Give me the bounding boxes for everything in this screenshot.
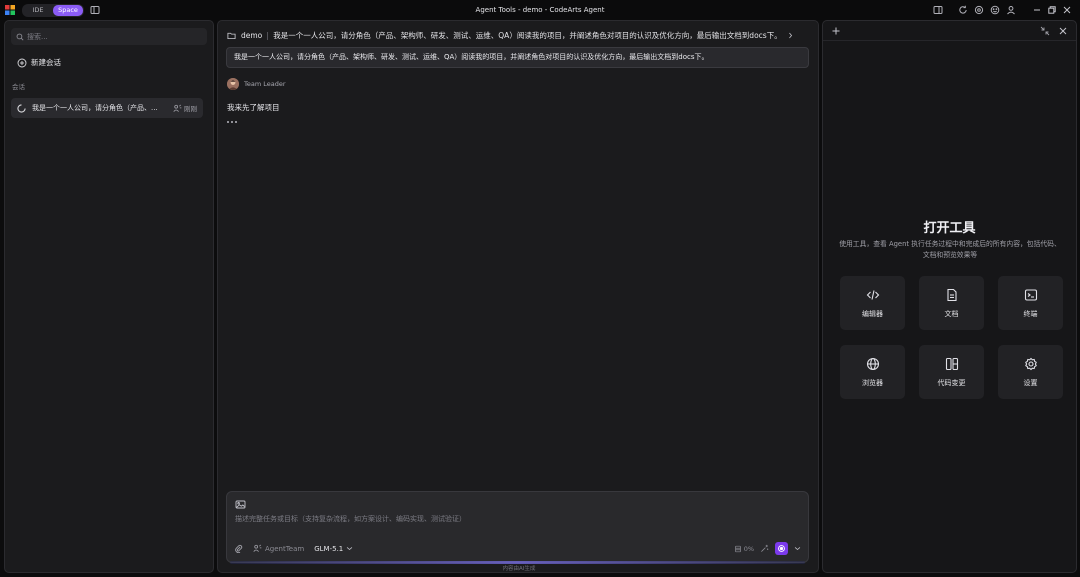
globe-icon [866, 357, 879, 370]
chevron-right-icon[interactable] [787, 32, 794, 39]
mode-tab-space[interactable]: Space [53, 5, 83, 16]
sidebar-toggle-icon[interactable] [90, 5, 100, 15]
ai-disclaimer: 内容由AI生成 [502, 566, 536, 572]
folder-icon [227, 32, 236, 40]
refresh-icon[interactable] [958, 5, 968, 15]
attach-icon[interactable] [234, 544, 243, 553]
model-selector[interactable]: GLM-5.1 [314, 545, 353, 553]
app-logo-icon [5, 5, 15, 15]
new-chat-button[interactable]: 新建会话 [17, 57, 61, 68]
user-message: 我是一个一人公司，请分角色（产品、架构师、研发、测试、运维、QA）阅读我的项目，… [226, 47, 809, 68]
chevron-down-icon [347, 547, 353, 551]
search-input[interactable] [27, 32, 197, 41]
tool-terminal[interactable]: 终端 [998, 276, 1063, 330]
breadcrumb-folder[interactable]: demo [241, 31, 262, 40]
message-input[interactable] [235, 514, 795, 528]
close-window-icon[interactable] [1062, 5, 1072, 15]
document-icon [946, 288, 957, 301]
image-upload-icon[interactable] [235, 499, 246, 510]
layout-icon[interactable] [933, 5, 943, 15]
tool-label: 编辑器 [862, 309, 883, 318]
terminal-icon [1024, 288, 1037, 301]
agent-name: Team Leader [244, 80, 286, 88]
agent-team-icon [173, 104, 182, 112]
composer-toolbar: AgentTeam GLM-5.1 0% [234, 542, 801, 555]
gear-icon [1024, 357, 1037, 370]
breadcrumb-title[interactable]: 我是一个一人公司，请分角色（产品、架构师、研发、测试、运维、QA）阅读我的项目，… [273, 30, 781, 41]
mode-switch: IDE Space [22, 4, 84, 17]
agent-team-label: AgentTeam [265, 544, 305, 553]
diff-icon [945, 357, 958, 370]
tool-document[interactable]: 文档 [919, 276, 984, 330]
tools-panel-header [823, 21, 1076, 41]
search-icon [16, 33, 24, 41]
tool-label: 设置 [1023, 378, 1038, 387]
code-icon [866, 289, 879, 300]
model-label: GLM-5.1 [314, 544, 344, 553]
agent-team-icon [253, 544, 262, 552]
agent-message: 我来先了解项目 [227, 103, 280, 112]
tool-label: 终端 [1023, 309, 1038, 318]
breadcrumb: demo 我是一个一人公司，请分角色（产品、架构师、研发、测试、运维、QA）阅读… [227, 30, 794, 41]
tool-label: 文档 [944, 309, 959, 318]
tools-description: 使用工具，查看 Agent 执行任务过程中和完成后的所有内容，包括代码、文档和预… [839, 240, 1061, 259]
agent-avatar [227, 78, 239, 90]
session-item[interactable]: 我是一个一人公司，请分角色（产品、... 刚刚 [11, 98, 203, 118]
tool-editor[interactable]: 编辑器 [840, 276, 905, 330]
tool-code-diff[interactable]: 代码变更 [919, 345, 984, 399]
tools-title: 打开工具 [923, 221, 976, 236]
feedback-icon[interactable] [990, 5, 1000, 15]
add-circle-icon [17, 58, 27, 67]
send-button[interactable] [775, 542, 788, 555]
context-usage: 0% [734, 545, 754, 553]
chat-panel: demo 我是一个一人公司，请分角色（产品、架构师、研发、测试、运维、QA）阅读… [217, 20, 819, 573]
add-icon[interactable] [831, 26, 841, 36]
new-chat-label: 新建会话 [31, 58, 61, 67]
loading-spinner-icon [17, 103, 26, 113]
session-sidebar: 新建会话 会话 我是一个一人公司，请分角色（产品、... 刚刚 [4, 20, 214, 573]
send-options-chevron-icon[interactable] [794, 545, 801, 552]
account-icon[interactable] [1006, 5, 1016, 15]
composer: AgentTeam GLM-5.1 0% [226, 491, 809, 563]
typing-indicator [227, 121, 237, 123]
tool-label: 浏览器 [862, 378, 883, 387]
title-bar: IDE Space Agent Tools - demo - CodeArts … [0, 0, 1080, 20]
agent-team-toggle[interactable]: AgentTeam [253, 544, 304, 553]
collapse-icon[interactable] [1040, 26, 1050, 36]
close-icon[interactable] [1058, 26, 1068, 36]
context-usage-value: 0% [743, 544, 754, 553]
restore-icon[interactable] [1047, 5, 1057, 15]
sessions-section-label: 会话 [12, 83, 25, 91]
window-title: Agent Tools - demo - CodeArts Agent [475, 6, 605, 14]
session-time: 刚刚 [184, 105, 197, 113]
agent-header: Team Leader [227, 78, 286, 90]
context-usage-icon [734, 545, 741, 552]
tools-panel: 打开工具 使用工具，查看 Agent 执行任务过程中和完成后的所有内容，包括代码… [822, 20, 1077, 573]
magic-wand-icon[interactable] [760, 544, 769, 553]
session-status: 刚刚 [173, 103, 197, 113]
tool-label: 代码变更 [937, 378, 966, 387]
tool-settings[interactable]: 设置 [998, 345, 1063, 399]
minimize-icon[interactable] [1032, 5, 1042, 15]
tool-browser[interactable]: 浏览器 [840, 345, 905, 399]
session-title: 我是一个一人公司，请分角色（产品、... [32, 104, 158, 112]
settings-icon[interactable] [974, 5, 984, 15]
search-box [11, 28, 207, 45]
mode-tab-ide[interactable]: IDE [23, 5, 53, 16]
send-icon [778, 545, 785, 552]
breadcrumb-separator [267, 31, 269, 40]
